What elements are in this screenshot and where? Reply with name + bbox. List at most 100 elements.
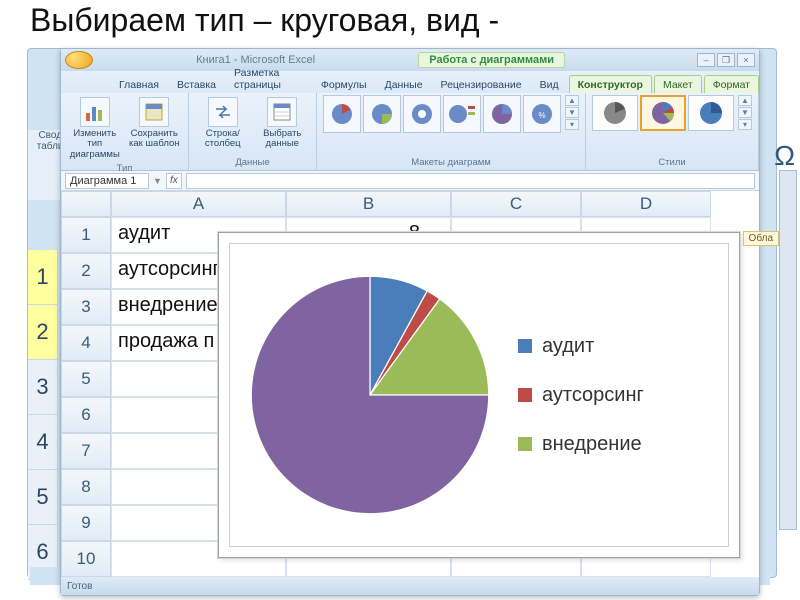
bg-row-headers: 1 2 3 4 5 6: [28, 250, 58, 580]
tab-page-layout[interactable]: Разметка страницы: [226, 64, 311, 93]
select-data-label: Выбрать данные: [257, 129, 309, 150]
select-all-corner[interactable]: [61, 191, 111, 217]
titlebar: Книга1 - Microsoft Excel Работа с диагра…: [61, 49, 759, 71]
legend-label: аутсорсинг: [542, 384, 644, 407]
col-header-c[interactable]: C: [451, 191, 581, 217]
office-button-icon[interactable]: [65, 51, 93, 69]
tab-formulas[interactable]: Формулы: [313, 76, 375, 93]
chart-legend[interactable]: аудит аутсорсинг внедрение: [510, 325, 728, 466]
name-box[interactable]: [65, 173, 149, 189]
group-data-label: Данные: [235, 156, 269, 168]
tab-review[interactable]: Рецензирование: [433, 76, 530, 93]
style-thumb[interactable]: [688, 95, 734, 131]
chart-tools-title: Работа с диаграммами: [418, 52, 565, 68]
switch-label: Строка/столбец: [197, 129, 249, 150]
row-header[interactable]: 7: [61, 433, 111, 469]
status-ready: Готов: [67, 581, 92, 592]
chart-plot-area[interactable]: аудит аутсорсинг внедрение: [229, 243, 729, 547]
ribbon-group-styles: ▲ ▼ ▾ Стили: [586, 93, 759, 170]
pie-chart[interactable]: [230, 244, 510, 546]
save-template-label: Сохранить как шаблон: [129, 129, 181, 150]
symbol-omega-icon: Ω: [774, 140, 795, 172]
layout-thumb[interactable]: [403, 95, 441, 133]
bg-row-header: 4: [28, 415, 58, 470]
tab-format[interactable]: Формат: [704, 75, 759, 93]
legend-item[interactable]: аудит: [518, 335, 720, 358]
bg-scrollbar[interactable]: [779, 170, 797, 530]
tab-home[interactable]: Главная: [111, 76, 167, 93]
row-header[interactable]: 9: [61, 505, 111, 541]
select-data-button[interactable]: Выбрать данные: [255, 95, 311, 152]
col-header-a[interactable]: A: [111, 191, 286, 217]
select-data-icon: [267, 97, 297, 127]
legend-item[interactable]: внедрение: [518, 433, 720, 456]
formula-input[interactable]: [186, 173, 755, 189]
style-thumb-selected[interactable]: [640, 95, 686, 131]
col-header-d[interactable]: D: [581, 191, 711, 217]
switch-row-col-button[interactable]: Строка/столбец: [195, 95, 251, 152]
ribbon-tabs: Главная Вставка Разметка страницы Формул…: [61, 71, 759, 93]
row-header[interactable]: 6: [61, 397, 111, 433]
chart-layout-gallery[interactable]: %: [323, 95, 561, 133]
col-header-b[interactable]: B: [286, 191, 451, 217]
formula-bar: ▼ fx: [61, 171, 759, 191]
bg-row-header: 2: [28, 305, 58, 360]
ribbon-group-layouts: % ▲ ▼ ▾ Макеты диаграмм: [317, 93, 586, 170]
chart-type-icon: [80, 97, 110, 127]
scroll-up-icon[interactable]: ▲: [738, 95, 752, 106]
tab-insert[interactable]: Вставка: [169, 76, 224, 93]
row-header[interactable]: 5: [61, 361, 111, 397]
row-header[interactable]: 8: [61, 469, 111, 505]
legend-swatch: [518, 437, 532, 451]
slide-title: Выбираем тип – круговая, вид -: [30, 2, 499, 39]
scroll-down-icon[interactable]: ▼: [565, 107, 579, 118]
group-styles-label: Стили: [658, 156, 685, 168]
minimize-button[interactable]: –: [697, 53, 715, 67]
restore-button[interactable]: ❐: [717, 53, 735, 67]
chart-style-gallery[interactable]: [592, 95, 734, 131]
chart-area-tag: Обла: [743, 231, 779, 246]
style-scroll[interactable]: ▲ ▼ ▾: [738, 95, 752, 130]
svg-text:%: %: [538, 111, 545, 120]
expand-gallery-icon[interactable]: ▾: [738, 119, 752, 130]
legend-label: внедрение: [542, 433, 642, 456]
ribbon-group-data: Строка/столбец Выбрать данные Данные: [189, 93, 317, 170]
bg-row-header: 5: [28, 470, 58, 525]
change-type-label: Изменить тип диаграммы: [69, 129, 121, 160]
bg-row-header: 3: [28, 360, 58, 415]
template-icon: [139, 97, 169, 127]
save-as-template-button[interactable]: Сохранить как шаблон: [127, 95, 183, 152]
layout-thumb[interactable]: [363, 95, 401, 133]
expand-gallery-icon[interactable]: ▾: [565, 119, 579, 130]
pie-svg: [245, 270, 495, 520]
style-thumb[interactable]: [592, 95, 638, 131]
legend-swatch: [518, 339, 532, 353]
tab-view[interactable]: Вид: [532, 76, 567, 93]
legend-swatch: [518, 388, 532, 402]
row-header[interactable]: 10: [61, 541, 111, 577]
row-header[interactable]: 2: [61, 253, 111, 289]
bg-row-header: 1: [28, 250, 58, 305]
layout-thumb[interactable]: [483, 95, 521, 133]
window-controls: – ❐ ×: [697, 53, 755, 67]
tab-designer[interactable]: Конструктор: [569, 75, 652, 93]
layout-thumb[interactable]: %: [523, 95, 561, 133]
layout-thumb[interactable]: [323, 95, 361, 133]
tab-data[interactable]: Данные: [377, 76, 431, 93]
scroll-down-icon[interactable]: ▼: [738, 107, 752, 118]
row-header[interactable]: 1: [61, 217, 111, 253]
change-chart-type-button[interactable]: Изменить тип диаграммы: [67, 95, 123, 162]
fx-icon[interactable]: fx: [166, 173, 182, 189]
ribbon-group-type: Изменить тип диаграммы Сохранить как шаб…: [61, 93, 189, 170]
scroll-up-icon[interactable]: ▲: [565, 95, 579, 106]
layout-scroll[interactable]: ▲ ▼ ▾: [565, 95, 579, 130]
close-button[interactable]: ×: [737, 53, 755, 67]
tab-layout[interactable]: Макет: [654, 75, 702, 93]
layout-thumb[interactable]: [443, 95, 481, 133]
legend-label: аудит: [542, 335, 594, 358]
row-header[interactable]: 3: [61, 289, 111, 325]
embedded-chart[interactable]: Обла аудит аутсорсинг внедрение: [218, 232, 740, 558]
row-header[interactable]: 4: [61, 325, 111, 361]
legend-item[interactable]: аутсорсинг: [518, 384, 720, 407]
ribbon: Изменить тип диаграммы Сохранить как шаб…: [61, 93, 759, 171]
